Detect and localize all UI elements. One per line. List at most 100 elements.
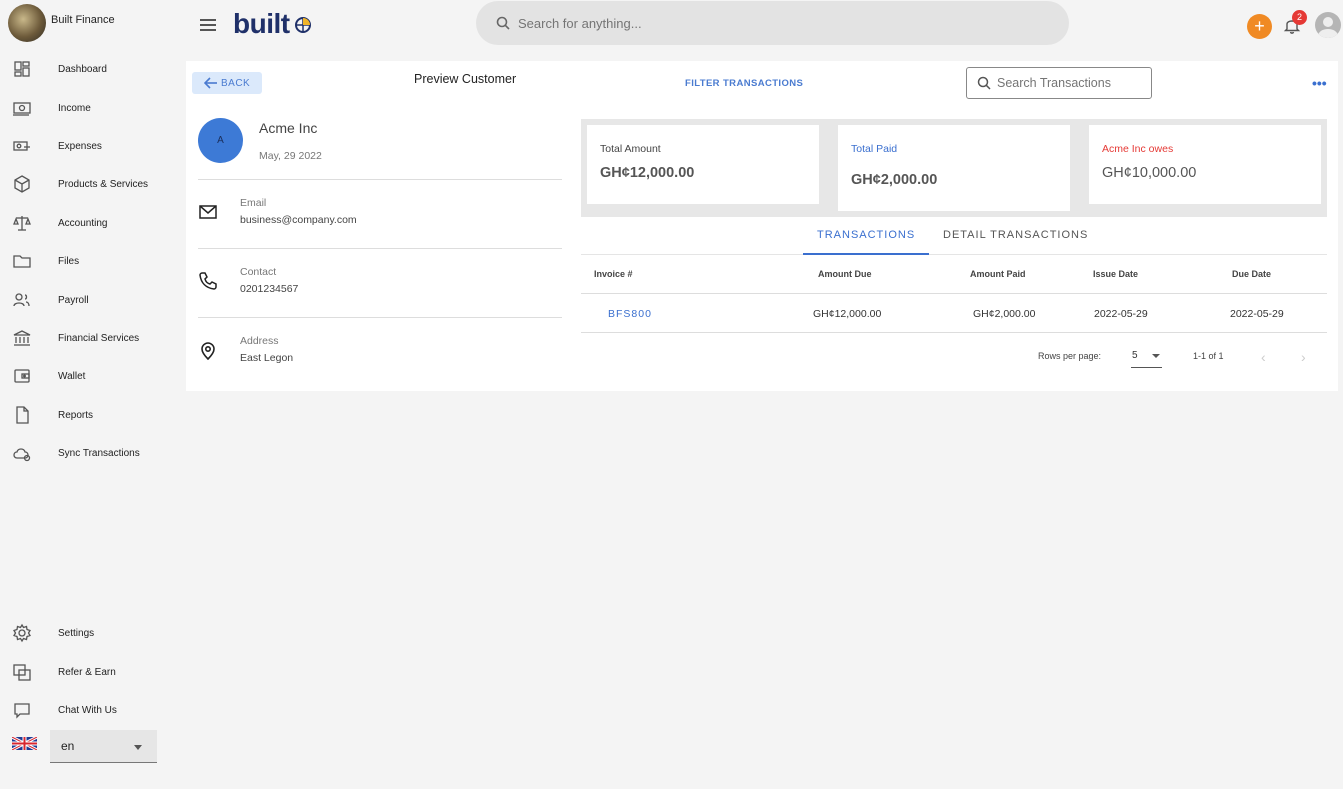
org-name: Built Finance (51, 14, 115, 26)
tab-detail-transactions[interactable]: DETAIL TRANSACTIONS (943, 229, 1088, 241)
email-value: business@company.com (240, 214, 357, 226)
sidebar-item-label: Sync Transactions (58, 447, 140, 459)
transactions-search[interactable] (966, 67, 1152, 99)
table-cell-amount-paid: GH¢2,000.00 (973, 308, 1036, 320)
balance-owed-value: GH¢10,000.00 (1102, 165, 1197, 181)
search-icon (977, 76, 991, 90)
divider (198, 248, 562, 249)
search-icon (496, 16, 510, 30)
chevron-left-icon[interactable]: ‹ (1261, 349, 1266, 365)
sidebar-item-income[interactable]: Income (12, 93, 172, 123)
total-amount-card: Total Amount GH¢12,000.00 (587, 125, 819, 204)
sidebar-item-products-services[interactable]: Products & Services (12, 169, 172, 199)
box-icon (14, 175, 30, 193)
pagination-range: 1-1 of 1 (1193, 351, 1224, 361)
total-amount-value: GH¢12,000.00 (600, 165, 695, 181)
wallet-icon (14, 369, 30, 383)
brand-mark-icon (295, 17, 311, 33)
customer-avatar: A (198, 118, 243, 163)
sidebar-item-reports[interactable]: Reports (12, 400, 172, 430)
address-label: Address (240, 335, 279, 347)
contact-label: Contact (240, 266, 277, 278)
chat-icon (14, 703, 30, 719)
active-tab-indicator (803, 253, 929, 255)
sidebar-item-expenses[interactable]: Expenses (12, 131, 172, 161)
org-header[interactable]: Built Finance (8, 4, 115, 42)
column-header-invoice[interactable]: Invoice # (594, 269, 633, 279)
address-value: East Legon (240, 352, 294, 364)
table-cell-due-date: 2022-05-29 (1230, 308, 1284, 320)
gear-icon (13, 623, 31, 643)
global-search[interactable] (476, 1, 1069, 45)
refer-icon (13, 664, 31, 681)
rows-per-page-value: 5 (1132, 350, 1138, 361)
sidebar-item-label: Wallet (58, 370, 86, 382)
divider (198, 317, 562, 318)
invoice-link[interactable]: BFS800 (608, 308, 652, 320)
sidebar-item-refer-earn[interactable]: Refer & Earn (12, 657, 172, 687)
rows-per-page-select[interactable]: 5 (1131, 346, 1162, 368)
sidebar-item-label: Settings (58, 627, 95, 639)
table-cell-issue-date: 2022-05-29 (1094, 308, 1148, 320)
sidebar-item-label: Income (58, 102, 91, 114)
customer-date: May, 29 2022 (259, 150, 322, 162)
total-paid-value: GH¢2,000.00 (851, 172, 938, 188)
table-cell-amount-due: GH¢12,000.00 (813, 308, 882, 320)
dashboard-icon (14, 61, 30, 77)
sidebar-item-wallet[interactable]: Wallet (12, 361, 172, 391)
chevron-down-icon (134, 745, 142, 750)
notification-badge: 2 (1292, 10, 1307, 25)
page-title: Preview Customer (414, 72, 517, 86)
tab-transactions[interactable]: TRANSACTIONS (817, 229, 915, 241)
sidebar-item-label: Products & Services (58, 178, 149, 190)
user-avatar[interactable] (1315, 12, 1341, 38)
add-button[interactable]: + (1247, 14, 1272, 39)
column-header-amount-paid[interactable]: Amount Paid (970, 269, 1026, 279)
cash-icon (13, 102, 31, 116)
org-logo (8, 4, 46, 42)
arrow-left-icon (204, 77, 217, 89)
sidebar-item-files[interactable]: Files (12, 246, 172, 276)
sidebar-item-payroll[interactable]: Payroll (12, 285, 172, 315)
sidebar-item-label: Accounting (58, 217, 108, 229)
mail-icon (199, 205, 217, 219)
sidebar-item-accounting[interactable]: Accounting (12, 208, 172, 238)
sidebar-item-label: Refer & Earn (58, 666, 116, 678)
brand-logo[interactable]: built (233, 8, 290, 40)
filter-transactions-button[interactable]: FILTER TRANSACTIONS (685, 78, 803, 89)
sidebar-item-chat[interactable]: Chat With Us (12, 695, 172, 725)
rows-per-page-label: Rows per page: (1038, 351, 1102, 361)
total-paid-card: Total Paid GH¢2,000.00 (838, 125, 1070, 211)
balance-owed-card: Acme Inc owes GH¢10,000.00 (1089, 125, 1321, 204)
email-label: Email (240, 197, 267, 209)
chevron-right-icon[interactable]: › (1301, 349, 1306, 365)
language-select[interactable]: en (50, 730, 157, 763)
sidebar-item-sync-transactions[interactable]: Sync Transactions (12, 438, 172, 468)
column-header-amount-due[interactable]: Amount Due (818, 269, 872, 279)
search-input[interactable] (518, 15, 1018, 31)
sidebar-item-label: Chat With Us (58, 704, 117, 716)
back-button[interactable]: BACK (192, 72, 262, 94)
sidebar-item-financial-services[interactable]: Financial Services (12, 323, 172, 353)
column-header-issue-date[interactable]: Issue Date (1093, 269, 1138, 279)
people-icon (13, 293, 30, 307)
balance-owed-label: Acme Inc owes (1102, 143, 1174, 155)
column-header-due-date[interactable]: Due Date (1232, 269, 1271, 279)
customer-name: Acme Inc (259, 120, 318, 136)
sidebar-item-label: Expenses (58, 140, 102, 152)
transactions-search-input[interactable] (997, 76, 1147, 90)
bank-icon (13, 330, 31, 346)
folder-icon (13, 255, 31, 268)
sidebar-item-label: Dashboard (58, 63, 107, 75)
sidebar-item-label: Reports (58, 409, 94, 421)
sidebar-item-settings[interactable]: Settings (12, 618, 172, 648)
scale-icon (13, 216, 31, 231)
sidebar: Built Finance Dashboard Income Expenses … (0, 0, 175, 789)
more-options-button[interactable]: ••• (1312, 75, 1327, 91)
sidebar-item-dashboard[interactable]: Dashboard (12, 54, 172, 84)
expense-icon (13, 141, 30, 151)
menu-icon[interactable] (200, 19, 216, 33)
customer-preview-card: BACK Preview Customer FILTER TRANSACTION… (186, 61, 1338, 391)
sidebar-item-label: Financial Services (58, 332, 140, 344)
cloud-sync-icon (13, 448, 31, 462)
